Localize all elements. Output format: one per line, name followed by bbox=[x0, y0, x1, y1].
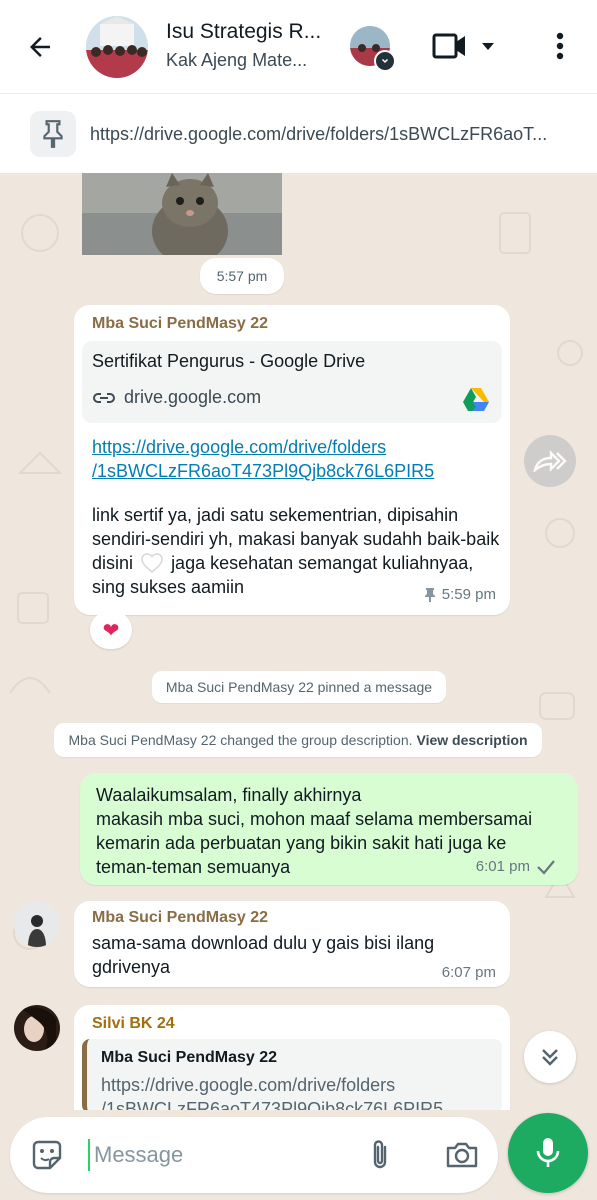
message-meta: 5:59 pm bbox=[424, 586, 496, 603]
scroll-to-bottom-button[interactable] bbox=[524, 1031, 576, 1083]
message-sender[interactable]: Mba Suci PendMasy 22 bbox=[92, 315, 268, 333]
chat-subtitle: Kak Ajeng Mate... bbox=[166, 50, 308, 70]
message-text-line: sendiri-sendiri yh, makasi banyak sudahh… bbox=[92, 529, 500, 549]
link-domain-text: drive.google.com bbox=[124, 387, 262, 407]
attach-button[interactable] bbox=[362, 1136, 398, 1174]
message-text-line: link sertif ya, jadi satu sekementrian, … bbox=[92, 505, 459, 525]
link-preview-title: Sertifikat Pengurus - Google Drive bbox=[92, 351, 366, 371]
view-description-link[interactable]: View description bbox=[417, 732, 528, 748]
chevron-down-icon bbox=[482, 43, 494, 50]
camera-icon bbox=[446, 1142, 478, 1168]
sender-avatar-silvi[interactable] bbox=[14, 1005, 60, 1051]
quoted-text-line: https://drive.google.com/drive/folders bbox=[101, 1075, 396, 1095]
reaction-heart[interactable]: ❤ bbox=[90, 611, 132, 649]
message-text-line: kemarin ada perbuatan yang bikin sakit h… bbox=[96, 833, 507, 853]
sticker-button[interactable] bbox=[28, 1136, 66, 1174]
message-meta: 6:01 pm bbox=[476, 858, 556, 875]
video-camera-icon bbox=[432, 33, 465, 59]
google-drive-icon bbox=[463, 388, 489, 411]
pin-icon bbox=[30, 111, 76, 157]
camera-button[interactable] bbox=[442, 1136, 482, 1174]
message-bubble-link[interactable]: Mba Suci PendMasy 22 Sertifikat Pengurus… bbox=[74, 305, 510, 615]
more-options-button[interactable] bbox=[546, 28, 574, 64]
message-link[interactable]: /1sBWCLzFR6aoT473Pl9Qjb8ck76L6PIR5 bbox=[92, 459, 434, 483]
link-preview-domain: drive.google.com bbox=[92, 387, 261, 408]
system-message-pinned: Mba Suci PendMasy 22 pinned a message bbox=[152, 671, 446, 703]
quoted-message[interactable]: Mba Suci PendMasy 22 https://drive.googl… bbox=[82, 1039, 502, 1110]
voice-message-button[interactable] bbox=[508, 1113, 588, 1193]
quoted-sender: Mba Suci PendMasy 22 bbox=[101, 1049, 278, 1066]
message-composer bbox=[10, 1117, 498, 1193]
message-text-line: sama-sama download dulu y gais bisi ilan… bbox=[92, 933, 435, 953]
quoted-text: https://drive.google.com/drive/folders /… bbox=[101, 1073, 501, 1110]
community-avatar[interactable] bbox=[350, 26, 396, 72]
sent-check-icon bbox=[537, 859, 555, 875]
link-icon bbox=[93, 392, 115, 403]
message-meta: 6:07 pm bbox=[442, 964, 496, 981]
message-time: 6:07 pm bbox=[441, 964, 496, 981]
link-preview-card[interactable]: Sertifikat Pengurus - Google Drive drive… bbox=[82, 341, 502, 423]
community-chevron-icon bbox=[374, 50, 396, 72]
message-text-line: Waalaikumsalam, finally akhirnya bbox=[96, 785, 362, 805]
pinned-text: https://drive.google.com/drive/folders/1… bbox=[90, 124, 548, 144]
message-text-line: makasih mba suci, mohon maaf selama memb… bbox=[96, 809, 533, 829]
chat-area: 5:57 pm Mba Suci PendMasy 22 Sertifikat … bbox=[0, 173, 597, 1110]
message-sender[interactable]: Silvi BK 24 bbox=[92, 1015, 175, 1033]
forward-icon bbox=[533, 450, 567, 472]
chat-title-block[interactable]: Isu Strategis R... Kak Ajeng Mate... bbox=[166, 20, 336, 71]
white-heart-icon bbox=[141, 553, 163, 573]
pinned-message-bar[interactable]: https://drive.google.com/drive/folders/1… bbox=[0, 93, 597, 173]
mic-icon bbox=[536, 1138, 560, 1167]
message-text-segment: jaga kesehatan semangat kuliahnyaa, bbox=[171, 553, 474, 573]
chat-title: Isu Strategis R... bbox=[166, 20, 322, 43]
message-bubble-incoming[interactable]: Mba Suci PendMasy 22 sama-sama download … bbox=[74, 901, 510, 987]
message-time: 5:59 pm bbox=[441, 586, 496, 603]
message-sender[interactable]: Mba Suci PendMasy 22 bbox=[92, 909, 268, 927]
system-message-description: Mba Suci PendMasy 22 changed the group d… bbox=[54, 723, 542, 757]
double-chevron-down-icon bbox=[542, 1049, 558, 1066]
message-input[interactable] bbox=[88, 1139, 348, 1171]
message-time: 6:01 pm bbox=[475, 858, 530, 875]
sender-avatar-suci[interactable] bbox=[14, 901, 60, 947]
message-bubble-incoming-quote[interactable]: Silvi BK 24 Mba Suci PendMasy 22 https:/… bbox=[74, 1005, 510, 1110]
back-button[interactable] bbox=[18, 28, 62, 66]
message-bubble-outgoing[interactable]: Waalaikumsalam, finally akhirnya makasih… bbox=[80, 773, 578, 885]
image-timestamp: 5:57 pm bbox=[200, 258, 284, 294]
quoted-text-line: /1sBWCLzFR6aoT473Pl9Qjb8ck76L6PIR5 bbox=[101, 1099, 444, 1110]
video-call-button[interactable] bbox=[432, 26, 512, 66]
cat-image[interactable] bbox=[82, 173, 282, 255]
message-text-line: disini jaga kesehatan semangat kuliahnya… bbox=[92, 551, 502, 575]
more-vert-icon bbox=[556, 32, 564, 60]
group-avatar[interactable] bbox=[86, 16, 148, 78]
attach-icon bbox=[373, 1140, 387, 1169]
forward-button[interactable] bbox=[524, 435, 576, 487]
system-message-text: Mba Suci PendMasy 22 changed the group d… bbox=[68, 732, 413, 748]
message-text-line: gdrivenya bbox=[92, 957, 171, 977]
sticker-icon bbox=[32, 1140, 62, 1170]
chat-header: Isu Strategis R... Kak Ajeng Mate... bbox=[0, 0, 597, 93]
pinned-small-icon bbox=[424, 587, 435, 602]
back-arrow-icon bbox=[30, 37, 50, 57]
message-text-segment: disini bbox=[92, 553, 134, 573]
message-link[interactable]: https://drive.google.com/drive/folders bbox=[92, 435, 434, 459]
